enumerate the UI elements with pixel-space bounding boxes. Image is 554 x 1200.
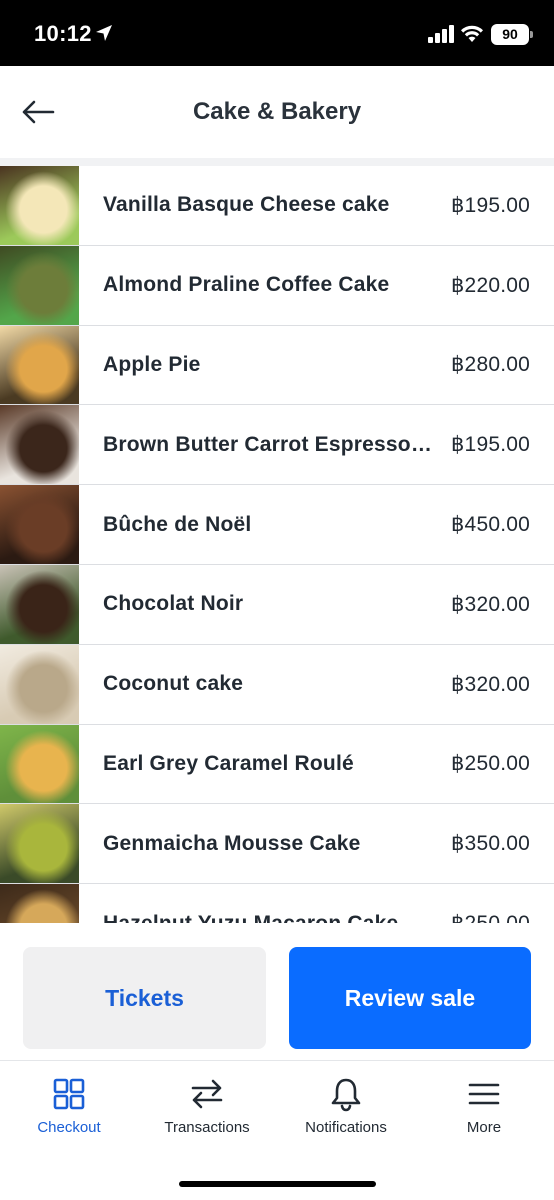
item-thumbnail — [0, 884, 79, 923]
item-row[interactable]: Almond Praline Coffee Cake ฿220.00 — [0, 245, 554, 326]
home-indicator — [179, 1181, 376, 1187]
signal-icon — [428, 25, 454, 43]
tab-bar: Checkout Transactions Notifications More — [0, 1062, 554, 1200]
arrow-left-icon — [22, 100, 55, 124]
item-name: Earl Grey Caramel Roulé — [103, 751, 354, 775]
item-row[interactable]: Brown Butter Carrot Espresso Cake ฿195.00 — [0, 405, 554, 486]
item-thumbnail — [0, 644, 79, 724]
item-price: ฿195.00 — [451, 433, 530, 457]
item-price: ฿320.00 — [451, 672, 530, 696]
status-bar: 10:12 90 — [0, 0, 554, 66]
item-thumbnail — [0, 405, 79, 485]
item-row[interactable]: Vanilla Basque Cheese cake ฿195.00 — [0, 166, 554, 246]
item-name: Hazelnut Yuzu Macaron Cake — [103, 912, 432, 923]
header-divider — [0, 158, 554, 166]
item-row[interactable]: Coconut cake ฿320.00 — [0, 644, 554, 725]
header: Cake & Bakery — [0, 66, 554, 158]
item-row[interactable]: Hazelnut Yuzu Macaron Cake ฿250.00 — [0, 884, 554, 923]
item-thumbnail — [0, 564, 79, 644]
item-row[interactable]: Apple Pie ฿280.00 — [0, 325, 554, 406]
item-row[interactable]: Chocolat Noir ฿320.00 — [0, 564, 554, 645]
tab-label: Checkout — [37, 1119, 101, 1136]
item-name: Chocolat Noir — [103, 592, 244, 616]
tab-label: More — [466, 1119, 502, 1136]
tab-label: Transactions — [164, 1119, 250, 1136]
grid-icon — [53, 1078, 85, 1110]
item-price: ฿250.00 — [451, 752, 530, 776]
item-thumbnail — [0, 804, 79, 884]
item-name: Almond Praline Coffee Cake — [103, 273, 390, 297]
item-price: ฿320.00 — [451, 592, 530, 616]
tab-more[interactable]: More — [415, 1076, 553, 1156]
item-name: Coconut cake — [103, 672, 244, 696]
item-name: Apple Pie — [103, 352, 201, 376]
item-name: Vanilla Basque Cheese cake — [103, 193, 390, 217]
location-arrow-icon — [96, 25, 112, 41]
tickets-button[interactable]: Tickets — [23, 947, 266, 1049]
item-price: ฿195.00 — [451, 193, 530, 217]
menu-icon — [468, 1083, 500, 1105]
item-price: ฿350.00 — [451, 832, 530, 856]
item-name: Bûche de Noël — [103, 512, 252, 536]
back-button[interactable] — [18, 92, 58, 132]
item-price: ฿450.00 — [451, 513, 530, 537]
item-thumbnail — [0, 724, 79, 804]
bell-icon — [331, 1078, 361, 1112]
tab-label: Notifications — [305, 1119, 387, 1136]
item-name: Brown Butter Carrot Espresso Cake — [103, 432, 432, 456]
item-thumbnail — [0, 166, 79, 245]
battery-indicator: 90 — [491, 24, 533, 45]
arrows-swap-icon — [191, 1079, 223, 1109]
tab-notifications[interactable]: Notifications — [277, 1076, 415, 1156]
item-thumbnail — [0, 325, 79, 405]
item-thumbnail — [0, 245, 79, 325]
tab-checkout[interactable]: Checkout — [0, 1076, 138, 1156]
item-price: ฿220.00 — [451, 273, 530, 297]
item-price: ฿280.00 — [451, 353, 530, 377]
item-row[interactable]: Earl Grey Caramel Roulé ฿250.00 — [0, 724, 554, 805]
item-thumbnail — [0, 485, 79, 564]
tab-transactions[interactable]: Transactions — [138, 1076, 276, 1156]
item-list[interactable]: Vanilla Basque Cheese cake ฿195.00 Almond … — [0, 166, 554, 923]
item-price: ฿250.00 — [451, 911, 530, 923]
action-bar: Tickets Review sale — [0, 923, 554, 1061]
page-title: Cake & Bakery — [192, 98, 362, 125]
review-sale-button[interactable]: Review sale — [289, 947, 531, 1049]
wifi-icon — [461, 25, 483, 42]
item-row[interactable]: Bûche de Noël ฿450.00 — [0, 485, 554, 565]
item-row[interactable]: Genmaicha Mousse Cake ฿350.00 — [0, 804, 554, 885]
status-time: 10:12 — [34, 21, 92, 46]
item-name: Genmaicha Mousse Cake — [103, 831, 361, 855]
